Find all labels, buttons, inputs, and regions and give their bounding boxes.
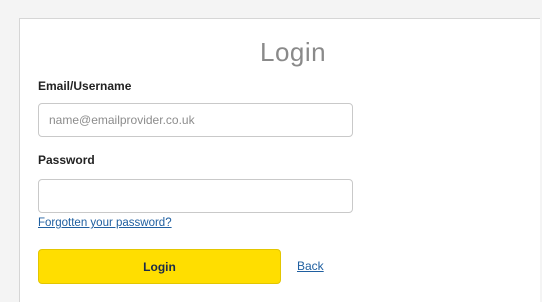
back-link[interactable]: Back <box>297 259 324 273</box>
email-label: Email/Username <box>38 79 132 93</box>
page-title: Login <box>260 37 327 67</box>
forgot-password-link[interactable]: Forgotten your password? <box>38 217 172 229</box>
password-field[interactable] <box>38 179 353 213</box>
login-panel: Login Email/Username Password Forgotten … <box>19 18 540 302</box>
email-field[interactable] <box>38 103 353 137</box>
login-button[interactable]: Login <box>38 249 281 284</box>
password-label: Password <box>38 153 95 167</box>
